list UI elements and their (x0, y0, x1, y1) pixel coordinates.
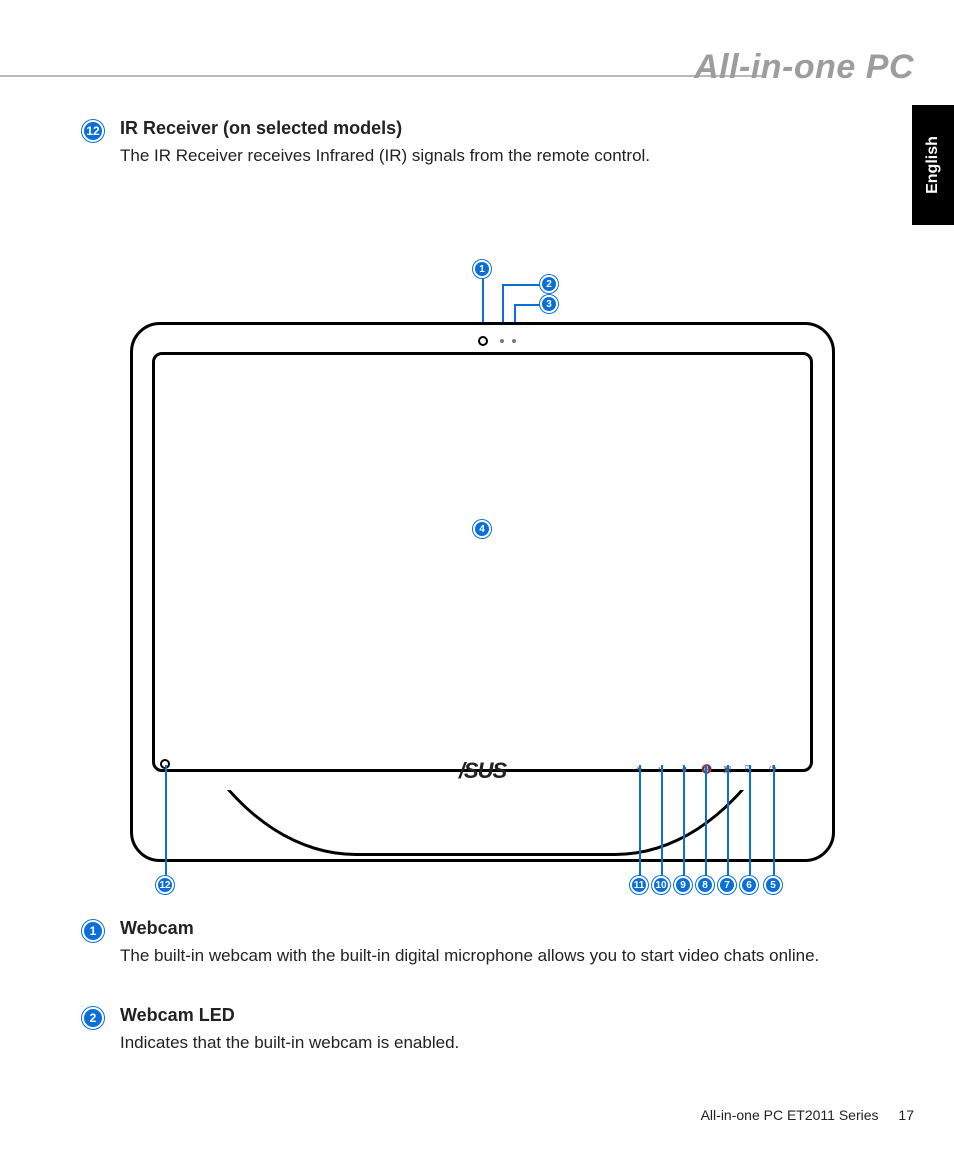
callout-12: 12 (156, 876, 174, 894)
webcam-led-icon (500, 339, 504, 343)
section-body: The IR Receiver receives Infrared (IR) s… (120, 145, 880, 168)
callout-2: 2 (540, 275, 558, 293)
mic-icon (512, 339, 516, 343)
callout-number-12: 12 (82, 120, 104, 142)
leader-line (705, 765, 707, 883)
manual-page: All-in-one PC English 12 IR Receiver (on… (0, 0, 954, 1155)
section-body: Indicates that the built-in webcam is en… (120, 1032, 880, 1055)
chin-curve (180, 790, 785, 860)
leader-line (165, 765, 167, 883)
callout-9: 9 (674, 876, 692, 894)
section-ir-receiver: 12 IR Receiver (on selected models) The … (120, 118, 880, 168)
page-footer: All-in-one PC ET2011 Series 17 (701, 1107, 914, 1123)
language-label: English (924, 136, 942, 194)
section-webcam-led: 2 Webcam LED Indicates that the built-in… (120, 1005, 880, 1055)
leader-line (773, 765, 775, 883)
header-title: All-in-one PC (694, 48, 914, 87)
callout-number-1: 1 (82, 920, 104, 942)
section-title: Webcam (120, 918, 880, 939)
callout-1: 1 (473, 260, 491, 278)
leader-line (639, 765, 641, 883)
section-webcam: 1 Webcam The built-in webcam with the bu… (120, 918, 880, 968)
leader-line (749, 765, 751, 883)
callout-11: 11 (630, 876, 648, 894)
leader-line (727, 765, 729, 883)
callout-number-2: 2 (82, 1007, 104, 1029)
callout-7: 7 (718, 876, 736, 894)
section-body: The built-in webcam with the built-in di… (120, 945, 880, 968)
leader-line (514, 304, 542, 306)
brand-logo: /SUS (120, 758, 845, 784)
footer-series: All-in-one PC ET2011 Series (701, 1107, 879, 1123)
bezel-outline (152, 352, 813, 772)
webcam-icon (478, 336, 488, 346)
callout-6: 6 (740, 876, 758, 894)
callout-4: 4 (473, 520, 491, 538)
callout-3: 3 (540, 295, 558, 313)
callout-8: 8 (696, 876, 714, 894)
callout-10: 10 (652, 876, 670, 894)
section-title: Webcam LED (120, 1005, 880, 1026)
footer-page-number: 17 (898, 1107, 914, 1123)
section-title: IR Receiver (on selected models) (120, 118, 880, 139)
language-tab: English (912, 105, 954, 225)
header-rule (0, 75, 762, 77)
callout-5: 5 (764, 876, 782, 894)
device-diagram: 1 2 3 /SUS 4 ☀ ↕ ◄ 🔇 ▣ ⎘ ⏻ 12 11 10 9 8 … (120, 270, 845, 890)
leader-line (683, 765, 685, 883)
leader-line (502, 284, 542, 286)
leader-line (661, 765, 663, 883)
